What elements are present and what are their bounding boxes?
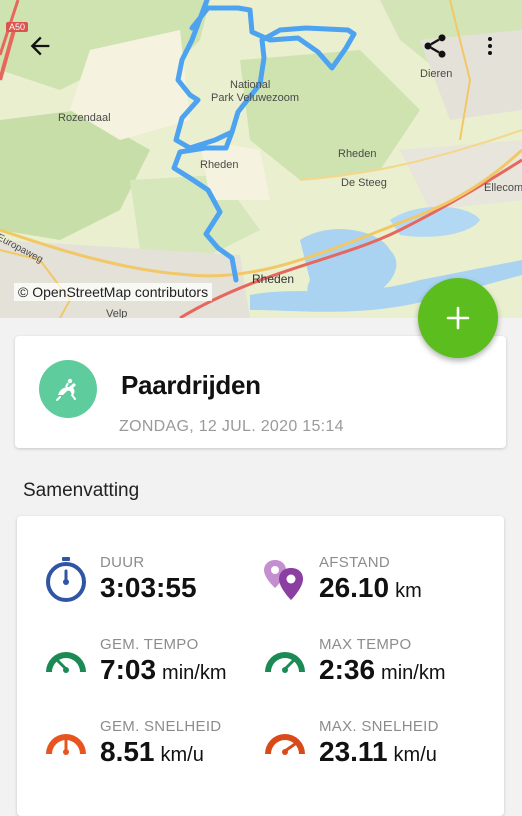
metric-unit: km/u xyxy=(160,744,204,766)
more-vert-icon xyxy=(488,37,492,55)
metric-value: 26.10 xyxy=(319,572,390,603)
map-label-park: Park Veluwezoom xyxy=(211,92,300,104)
metric-unit: min/km xyxy=(162,662,227,684)
back-button[interactable] xyxy=(22,28,58,64)
plus-icon xyxy=(446,306,470,330)
activity-title: Paardrijden xyxy=(121,370,261,400)
speedometer-icon xyxy=(46,734,86,755)
metric-label: DUUR xyxy=(100,554,145,571)
summary-heading: Samenvatting xyxy=(23,480,140,501)
metric-label: MAX TEMPO xyxy=(319,636,412,653)
metric-unit: km xyxy=(395,580,422,602)
metric-value: 2:36 xyxy=(319,654,376,685)
metric-value: 3:03:55 xyxy=(100,572,197,603)
gauge-icon xyxy=(46,652,86,673)
map-label-national: National xyxy=(230,79,271,91)
distance-pins-icon xyxy=(264,560,303,600)
map-label-dieren: Dieren xyxy=(420,68,453,80)
metric-label: GEM. SNELHEID xyxy=(100,718,222,735)
metric-value: 23.11 xyxy=(319,736,388,767)
map-label-rheden-south: Rheden xyxy=(252,272,295,286)
back-arrow-icon xyxy=(30,36,50,56)
metric-value: 7:03 xyxy=(100,654,157,685)
speedometer-icon xyxy=(265,734,305,755)
metric-label: AFSTAND xyxy=(319,554,390,571)
metric-value: 8.51 xyxy=(100,736,155,767)
metric-unit: km/u xyxy=(393,744,437,766)
map-label-de-steeg: De Steeg xyxy=(341,177,387,189)
share-icon xyxy=(424,34,446,58)
map-attribution[interactable]: © OpenStreetMap contributors xyxy=(14,283,213,301)
summary-card: DUUR 3:03:55 AFSTAND 26.10 km GEM. TEMPO … xyxy=(17,516,504,816)
map-label-ellecom: Ellecom xyxy=(484,182,522,194)
map-label-velp: Velp xyxy=(106,308,128,318)
metric-label: GEM. TEMPO xyxy=(100,636,199,653)
metric-unit: min/km xyxy=(381,662,446,684)
more-options-button[interactable] xyxy=(472,28,508,64)
share-button[interactable] xyxy=(417,28,453,64)
activity-date: ZONDAG, 12 JUL. 2020 15:14 xyxy=(119,418,344,435)
horse-riding-icon xyxy=(39,360,97,418)
stopwatch-icon xyxy=(46,557,86,602)
gauge-icon xyxy=(265,652,305,673)
add-button[interactable] xyxy=(418,278,498,358)
metric-label: MAX. SNELHEID xyxy=(319,718,439,735)
activity-card[interactable]: Paardrijden ZONDAG, 12 JUL. 2020 15:14 xyxy=(15,336,506,448)
map-label-rheden: Rheden xyxy=(200,159,239,171)
map-label-rheden-east: Rheden xyxy=(338,148,377,160)
map-label-rozendaal: Rozendaal xyxy=(58,112,111,124)
